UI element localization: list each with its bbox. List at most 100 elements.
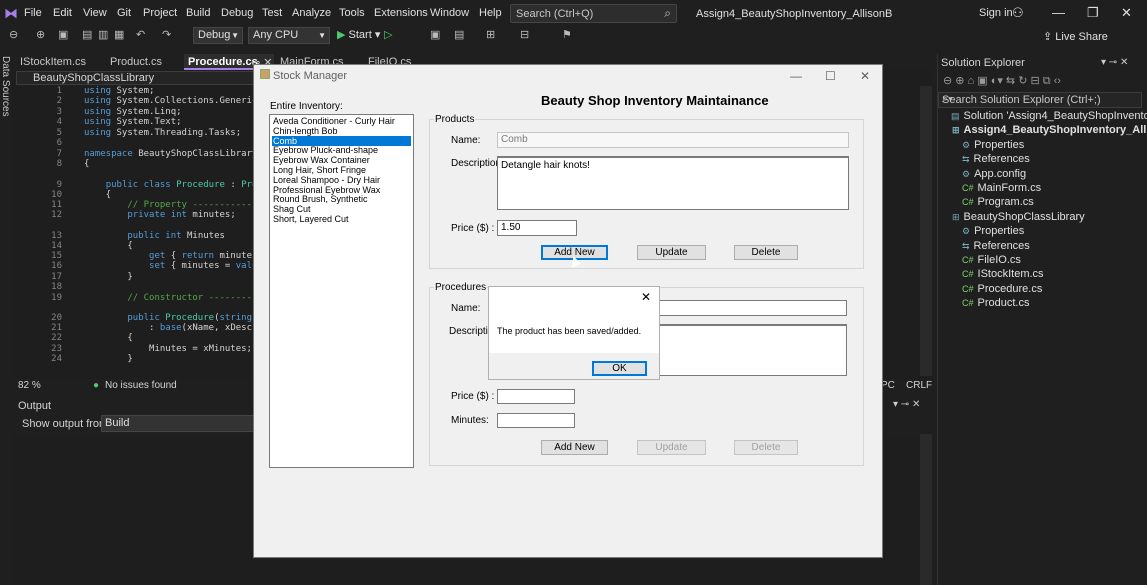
tab-product[interactable]: Product.cs xyxy=(110,56,162,68)
inventory-item[interactable]: Short, Layered Cut xyxy=(272,214,411,224)
menu-debug[interactable]: Debug xyxy=(221,7,253,19)
product-name-field[interactable]: Comb xyxy=(497,132,849,148)
code-line[interactable]: set { minutes = value; } xyxy=(84,261,279,271)
code-line[interactable]: namespace BeautyShopClassLibrary xyxy=(84,149,257,159)
menu-help[interactable]: Help xyxy=(479,7,502,19)
code-line[interactable]: public class Procedure : Product xyxy=(84,180,279,190)
solution-tree-item[interactable]: ⚙ App.config xyxy=(962,168,1026,180)
code-line[interactable]: // Property --------------- xyxy=(84,200,273,210)
menu-window[interactable]: Window xyxy=(430,7,469,19)
inventory-item[interactable]: Aveda Conditioner - Curly Hair xyxy=(272,116,411,126)
code-line[interactable]: { xyxy=(84,159,89,169)
product-delete-button[interactable]: Delete xyxy=(734,245,798,260)
inventory-item[interactable]: Long Hair, Short Fringe xyxy=(272,165,411,175)
line-ending-label[interactable]: CRLF xyxy=(906,380,932,391)
code-line[interactable]: { xyxy=(84,241,132,251)
solution-tree-item[interactable]: C# FileIO.cs xyxy=(962,254,1021,266)
solution-tree-item[interactable]: ⇆ References xyxy=(962,153,1030,165)
menu-view[interactable]: View xyxy=(83,7,107,19)
zoom-level[interactable]: 82 % xyxy=(18,380,41,391)
solution-tree-item[interactable]: C# MainForm.cs xyxy=(962,182,1041,194)
code-line[interactable]: : base(xName, xDescripti xyxy=(84,323,279,333)
menu-git[interactable]: Git xyxy=(117,7,131,19)
inventory-item[interactable]: Eyebrow Wax Container xyxy=(272,155,411,165)
bookmark-icon[interactable]: ⚑ xyxy=(562,28,572,41)
product-price-field[interactable]: 1.50 xyxy=(497,220,577,236)
editor-nav-bar[interactable]: BeautyShopClassLibrary xyxy=(16,71,256,85)
dialog-close-icon[interactable]: ✕ xyxy=(641,290,651,304)
code-line[interactable]: } xyxy=(84,354,132,364)
account-icon[interactable]: ⚇ xyxy=(1012,5,1024,21)
encoding-label[interactable]: PC xyxy=(881,380,895,391)
code-line[interactable]: private int minutes; xyxy=(84,210,235,220)
menu-edit[interactable]: Edit xyxy=(53,7,72,19)
redo-icon[interactable]: ↷ xyxy=(162,28,171,41)
code-line[interactable]: Minutes = xMinutes; xyxy=(84,344,252,354)
menu-file[interactable]: File xyxy=(24,7,42,19)
forward-icon[interactable]: ⊕ xyxy=(36,28,45,41)
data-sources-strip[interactable]: Data Sources xyxy=(0,54,12,585)
undo-icon[interactable]: ↶ xyxy=(136,28,145,41)
issues-status[interactable]: No issues found xyxy=(105,380,177,391)
sign-in-link[interactable]: Sign in xyxy=(979,7,1013,19)
minimize-icon[interactable]: — xyxy=(1052,5,1065,20)
code-line[interactable]: public int Minutes xyxy=(84,231,225,241)
procedure-add-new-button[interactable]: Add New xyxy=(541,440,608,455)
solution-tree-item[interactable]: C# IStockItem.cs xyxy=(962,268,1044,280)
solution-tree-item[interactable]: C# Product.cs xyxy=(962,297,1029,309)
output-source-combo[interactable]: Build xyxy=(101,415,254,432)
menu-test[interactable]: Test xyxy=(262,7,282,19)
inventory-item[interactable]: Eyebrow Pluck-and-shape xyxy=(272,145,411,155)
code-line[interactable]: using System; xyxy=(84,86,154,96)
config-combo[interactable]: Debug ▼ xyxy=(193,27,243,44)
platform-combo[interactable]: Any CPU ▼ xyxy=(248,27,330,44)
code-line[interactable]: get { return minutes; } xyxy=(84,251,274,261)
procedure-update-button[interactable]: Update xyxy=(637,440,706,455)
procedure-price-field[interactable] xyxy=(497,389,575,404)
form-maximize-icon[interactable]: ☐ xyxy=(825,69,836,83)
search-box[interactable]: Search (Ctrl+Q) ⌕ xyxy=(510,4,677,23)
tab-procedure[interactable]: Procedure.cs xyxy=(188,56,258,68)
editor-scrollbar[interactable] xyxy=(920,86,932,376)
code-line[interactable]: using System.Threading.Tasks; xyxy=(84,128,241,138)
inventory-item[interactable]: Chin-length Bob xyxy=(272,126,411,136)
code-line[interactable]: using System.Text; xyxy=(84,117,182,127)
code-line[interactable]: { xyxy=(84,333,132,343)
dialog-ok-button[interactable]: OK xyxy=(592,361,647,376)
restore-icon[interactable]: ❐ xyxy=(1087,5,1099,21)
menu-project[interactable]: Project xyxy=(143,7,177,19)
solution-tree-item[interactable]: C# Program.cs xyxy=(962,196,1034,208)
close-icon[interactable]: ✕ xyxy=(1121,5,1132,21)
open-icon[interactable]: ▤ xyxy=(82,28,92,41)
inventory-item[interactable]: Loreal Shampoo - Dry Hair xyxy=(272,175,411,185)
start-button[interactable]: ▶ Start ▾ xyxy=(337,28,380,41)
toolbar-format-icon[interactable]: ⊟ xyxy=(520,28,529,41)
code-line[interactable]: using System.Linq; xyxy=(84,107,182,117)
form-minimize-icon[interactable]: — xyxy=(790,69,802,83)
code-line[interactable]: } xyxy=(84,272,132,282)
se-pin-icon[interactable]: ▾ ⊸ ✕ xyxy=(1101,57,1128,68)
start-without-debug-icon[interactable]: ▷ xyxy=(384,28,392,41)
tab-istockitem[interactable]: IStockItem.cs xyxy=(20,56,86,68)
code-line[interactable]: // Constructor ----------- xyxy=(84,293,268,303)
save-icon[interactable]: ▥ xyxy=(98,28,108,41)
product-description-field[interactable]: Detangle hair knots! xyxy=(497,156,849,210)
procedure-delete-button[interactable]: Delete xyxy=(734,440,798,455)
solution-tree-item[interactable]: ⊞Assign4_BeautyShopInventory_Allison xyxy=(952,124,1147,136)
output-scrollbar[interactable] xyxy=(920,434,932,585)
inventory-item[interactable]: Round Brush, Synthetic xyxy=(272,194,411,204)
inventory-item[interactable]: Shag Cut xyxy=(272,204,411,214)
new-project-icon[interactable]: ▣ xyxy=(58,28,68,41)
toolbar-align-icon[interactable]: ⊞ xyxy=(486,28,495,41)
product-update-button[interactable]: Update xyxy=(637,245,706,260)
inventory-item[interactable]: Professional Eyebrow Wax xyxy=(272,185,411,195)
back-icon[interactable]: ⊖ xyxy=(9,28,18,41)
menu-extensions[interactable]: Extensions xyxy=(374,7,428,19)
output-pin-icon[interactable]: ▾ ⊸ ✕ xyxy=(893,399,920,410)
form-close-icon[interactable]: ✕ xyxy=(860,69,870,83)
menu-build[interactable]: Build xyxy=(186,7,210,19)
se-toolbar-icons[interactable]: ⊖ ⊕ ⌂ ▣ ◐▾ ⇆ ↻ ⊟ ⧉ ‹› xyxy=(943,74,1061,88)
save-all-icon[interactable]: ▦ xyxy=(114,28,124,41)
inventory-listbox[interactable]: Aveda Conditioner - Curly Hair Chin-lengt… xyxy=(269,114,414,468)
toolbar-tool-icon[interactable]: ▣ xyxy=(430,28,440,41)
